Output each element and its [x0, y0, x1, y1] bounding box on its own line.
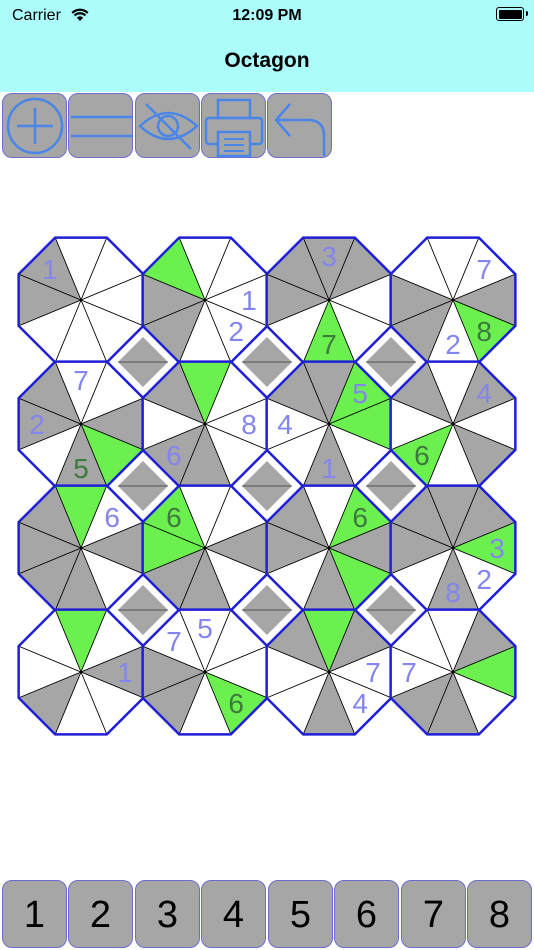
entered-number: 5	[197, 613, 213, 644]
entered-number: 6	[166, 440, 182, 471]
given-number: 6	[414, 440, 430, 471]
digit-button-2[interactable]: 2	[68, 880, 133, 948]
octagon-cell[interactable]: 74	[265, 608, 393, 736]
entered-number: 2	[228, 316, 244, 347]
digit-button-7[interactable]: 7	[401, 880, 466, 948]
octagon-cell[interactable]: 37	[265, 236, 393, 364]
octagon-cell[interactable]: 12	[141, 236, 269, 364]
digit-button-4[interactable]: 4	[201, 880, 266, 948]
digit-button-6[interactable]: 6	[334, 880, 399, 948]
octagon-cell[interactable]: 1	[17, 236, 145, 364]
octagon-cell[interactable]: 86	[141, 360, 269, 488]
undo-arrow-icon	[274, 103, 326, 156]
octagon-cell[interactable]: 57 6	[141, 608, 269, 736]
entered-number: 1	[42, 254, 58, 285]
octagon-cell[interactable]: 6	[141, 484, 269, 612]
digit-button-5[interactable]: 5	[268, 880, 333, 948]
octagon-cell[interactable]: 6	[17, 484, 145, 612]
equals-icon	[71, 115, 132, 138]
entered-number: 4	[277, 409, 293, 440]
equals-button[interactable]	[68, 93, 133, 158]
undo-button[interactable]	[267, 93, 332, 158]
entered-number: 8	[445, 577, 461, 608]
given-number: 6	[166, 502, 182, 533]
entered-number: 1	[117, 657, 133, 688]
octagon-cell[interactable]: 5 14	[265, 360, 393, 488]
print-button[interactable]	[201, 93, 266, 158]
digit-button-8[interactable]: 8	[467, 880, 532, 948]
entered-number: 2	[445, 329, 461, 360]
digit-button-3[interactable]: 3	[135, 880, 200, 948]
entered-number: 7	[73, 365, 89, 396]
page-title: Octagon	[224, 49, 310, 72]
printer-icon	[204, 98, 264, 158]
entered-number: 3	[321, 241, 337, 272]
digit-button-1[interactable]: 1	[2, 880, 67, 948]
entered-number: 5	[352, 378, 368, 409]
given-number: 8	[476, 316, 492, 347]
entered-number: 8	[241, 409, 257, 440]
entered-number: 7	[401, 657, 417, 688]
octagon-cell[interactable]: 328	[389, 484, 517, 612]
entered-number: 2	[29, 409, 45, 440]
octagon-cell[interactable]: 7 52	[17, 360, 145, 488]
octagon-cell[interactable]: 46	[389, 360, 517, 488]
entered-number: 7	[365, 657, 381, 688]
given-number: 6	[228, 688, 244, 719]
entered-number: 4	[352, 688, 368, 719]
eye-slash-icon	[138, 103, 199, 150]
given-number: 6	[352, 502, 368, 533]
entered-number: 4	[476, 378, 492, 409]
octagon-cell[interactable]: 1	[17, 608, 145, 736]
puzzle-board[interactable]: 11237782752 86514466 6 63281576747	[0, 230, 534, 740]
octagon-cell[interactable]: 7	[389, 608, 517, 736]
given-number: 7	[321, 329, 337, 360]
entered-number: 7	[476, 254, 492, 285]
octagon-cell[interactable]: 6	[265, 484, 393, 612]
add-button[interactable]	[2, 93, 67, 158]
octagon-cell[interactable]: 7 82	[389, 236, 517, 364]
entered-number: 3	[489, 533, 505, 564]
status-time: 12:09 PM	[232, 7, 302, 24]
plus-circle-icon	[6, 97, 64, 155]
navigation-header: Carrier 12:09 PM Octagon	[0, 0, 534, 92]
entered-number: 1	[321, 453, 337, 484]
battery-icon	[496, 7, 528, 21]
hide-button[interactable]	[135, 93, 200, 158]
entered-number: 7	[166, 626, 182, 657]
entered-number: 6	[104, 502, 120, 533]
given-number: 5	[73, 453, 89, 484]
entered-number: 1	[241, 285, 257, 316]
entered-number: 2	[476, 564, 492, 595]
